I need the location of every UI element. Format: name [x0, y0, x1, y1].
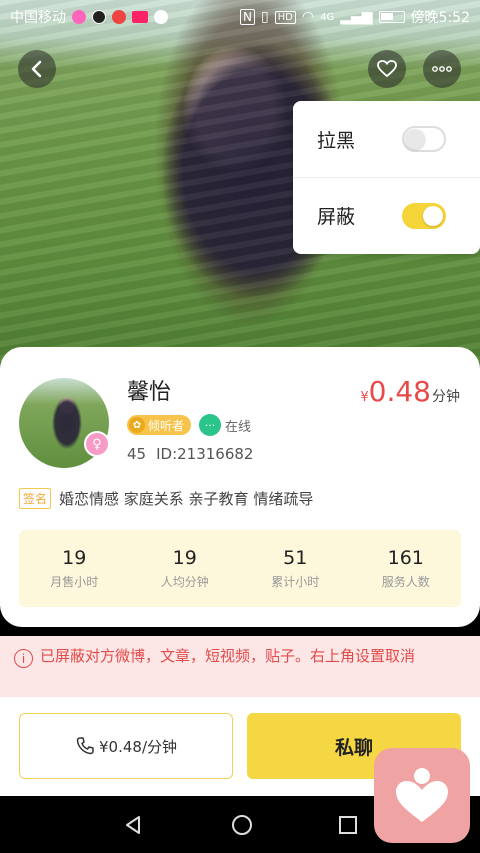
battery-icon: [378, 11, 405, 23]
menu-item-label: 屏蔽: [317, 206, 356, 228]
stat-value: 19: [62, 547, 87, 569]
block-toggle[interactable]: [402, 126, 446, 152]
stat-value: 19: [172, 547, 197, 569]
info-icon: i: [14, 649, 33, 668]
app-badge-icon: [132, 11, 148, 23]
price-currency: ¥: [360, 390, 369, 405]
notification-icon: [72, 10, 86, 24]
wifi-icon: ◠: [301, 9, 315, 25]
gender-female-icon: ♀: [84, 431, 110, 457]
stat-item: 19 人均分钟: [130, 530, 241, 607]
floating-app-icon[interactable]: [374, 748, 470, 843]
message-icon: [154, 10, 168, 24]
listener-icon: ✿: [129, 417, 145, 433]
status-bar: 中国移动 N ▯ HD ◠ 4G ▂▄▆ 傍晚5:52: [0, 0, 480, 34]
menu-item-block[interactable]: 拉黑: [293, 101, 480, 177]
more-dots-icon: [432, 66, 452, 72]
call-button-label: ¥0.48/分钟: [99, 737, 177, 756]
signature-tag: 签名: [19, 488, 52, 509]
online-status: ··· 在线: [199, 414, 251, 436]
stat-label: 月售小时: [50, 575, 99, 589]
user-id-label: ID:21316682: [156, 445, 254, 463]
stat-value: 161: [387, 547, 424, 569]
signature-text: 婚恋情感 家庭关系 亲子教育 情绪疏导: [59, 490, 314, 508]
back-button[interactable]: [18, 50, 56, 88]
blocked-notice: i 已屏蔽对方微博，文章，短视频，贴子。右上角设置取消: [0, 636, 480, 697]
chevron-left-icon: [31, 60, 42, 78]
price: ¥ 0.48 分钟: [360, 375, 460, 408]
call-button[interactable]: ¥0.48/分钟: [19, 713, 233, 779]
hd-icon: HD: [274, 10, 296, 24]
chat-bubble-icon: ···: [199, 414, 222, 436]
signature: 签名 婚恋情感 家庭关系 亲子教育 情绪疏导: [19, 488, 313, 509]
clock: 傍晚5:52: [410, 10, 470, 26]
chat-button-label: 私聊: [334, 736, 373, 759]
stat-value: 51: [283, 547, 308, 569]
map-icon: [112, 10, 126, 24]
nav-back-icon[interactable]: [123, 814, 145, 836]
mute-toggle[interactable]: [402, 202, 446, 229]
phone-icon: [76, 737, 94, 755]
nav-recent-apps-icon[interactable]: [338, 815, 357, 834]
settings-menu: 拉黑 屏蔽: [293, 101, 480, 254]
carrier-label: 中国移动: [10, 10, 66, 26]
stat-label: 服务人数: [381, 575, 430, 589]
nav-home-icon[interactable]: [231, 814, 252, 835]
role-label: 倾听者: [148, 418, 185, 433]
stat-label: 累计小时: [271, 575, 320, 589]
age-label: 45: [127, 445, 147, 463]
profile-name: 馨怡: [127, 380, 172, 405]
favorite-button[interactable]: [368, 50, 406, 88]
profile-card: ♀ 馨怡 ¥ 0.48 分钟 ✿ 倾听者 ··· 在线 45 ID:213166…: [0, 347, 480, 627]
nfc-icon: N: [239, 9, 255, 25]
price-value: 0.48: [368, 375, 431, 408]
status-label: 在线: [225, 419, 252, 435]
role-badge: ✿ 倾听者: [127, 415, 192, 435]
notice-text: 已屏蔽对方微博，文章，短视频，贴子。右上角设置取消: [40, 647, 416, 665]
stats-panel: 19 月售小时 19 人均分钟 51 累计小时 161 服务人数: [19, 530, 461, 607]
network-type-label: 4G: [320, 11, 335, 23]
tiktok-icon: [92, 10, 106, 24]
user-id-line: 45 ID:21316682: [127, 445, 253, 463]
profile-tags: ✿ 倾听者 ··· 在线: [127, 414, 251, 436]
stat-item: 51 累计小时: [240, 530, 351, 607]
signal-icon: ▂▄▆: [340, 9, 373, 25]
vibrate-icon: ▯: [260, 9, 269, 25]
price-unit: 分钟: [432, 389, 460, 405]
heart-outline-icon: [377, 60, 397, 78]
stat-label: 人均分钟: [160, 575, 209, 589]
menu-item-mute[interactable]: 屏蔽: [293, 177, 480, 253]
menu-item-label: 拉黑: [317, 129, 356, 152]
heart-person-icon: [396, 767, 448, 822]
more-button[interactable]: [423, 50, 461, 88]
stat-item: 19 月售小时: [19, 530, 130, 607]
stat-item: 161 服务人数: [351, 530, 462, 607]
